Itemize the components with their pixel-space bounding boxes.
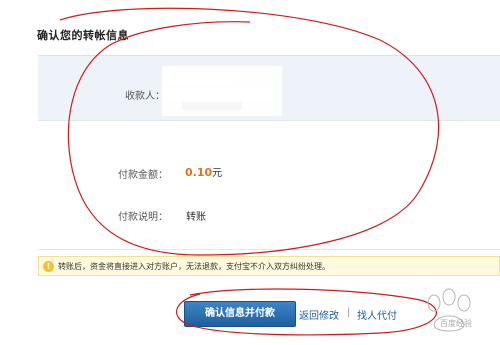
notice-text: 转账后，资金将直接进入对方账户，无法退款，支付宝不介入双方纠纷处理。 (58, 262, 330, 271)
page-title: 确认您的转帐信息 (37, 29, 129, 42)
payment-note-label: 付款说明： (118, 212, 168, 223)
payment-note-value: 转账 (186, 212, 206, 223)
payee-label: 收款人： (125, 91, 165, 102)
warning-notice: ! 转账后，资金将直接进入对方账户，无法退款，支付宝不介入双方纠纷处理。 (38, 256, 500, 276)
link-separator: | (347, 307, 351, 318)
redacted-payee-name (162, 66, 282, 116)
watermark-text: 百度经验 (440, 319, 472, 328)
amount-unit: 元 (212, 168, 223, 179)
info-icon: ! (43, 261, 54, 272)
payee-row: 收款人： (38, 56, 500, 121)
amount-value: 0.10元 (185, 164, 222, 179)
back-edit-link[interactable]: 返回修改 (299, 307, 339, 322)
transfer-confirm-page: 确认您的转帐信息 收款人： 付款金额： 0.10元 付款说明： 转账 ! 转账后… (0, 0, 500, 345)
baidu-watermark-logo (427, 288, 471, 332)
transfer-info-panel: 收款人： 付款金额： 0.10元 付款说明： 转账 (38, 55, 500, 250)
confirm-pay-button[interactable]: 确认信息并付款 (184, 301, 296, 327)
amount-label: 付款金额： (118, 170, 168, 181)
others-pay-link[interactable]: 找人代付 (357, 307, 397, 322)
amount-number: 0.10 (185, 166, 213, 179)
